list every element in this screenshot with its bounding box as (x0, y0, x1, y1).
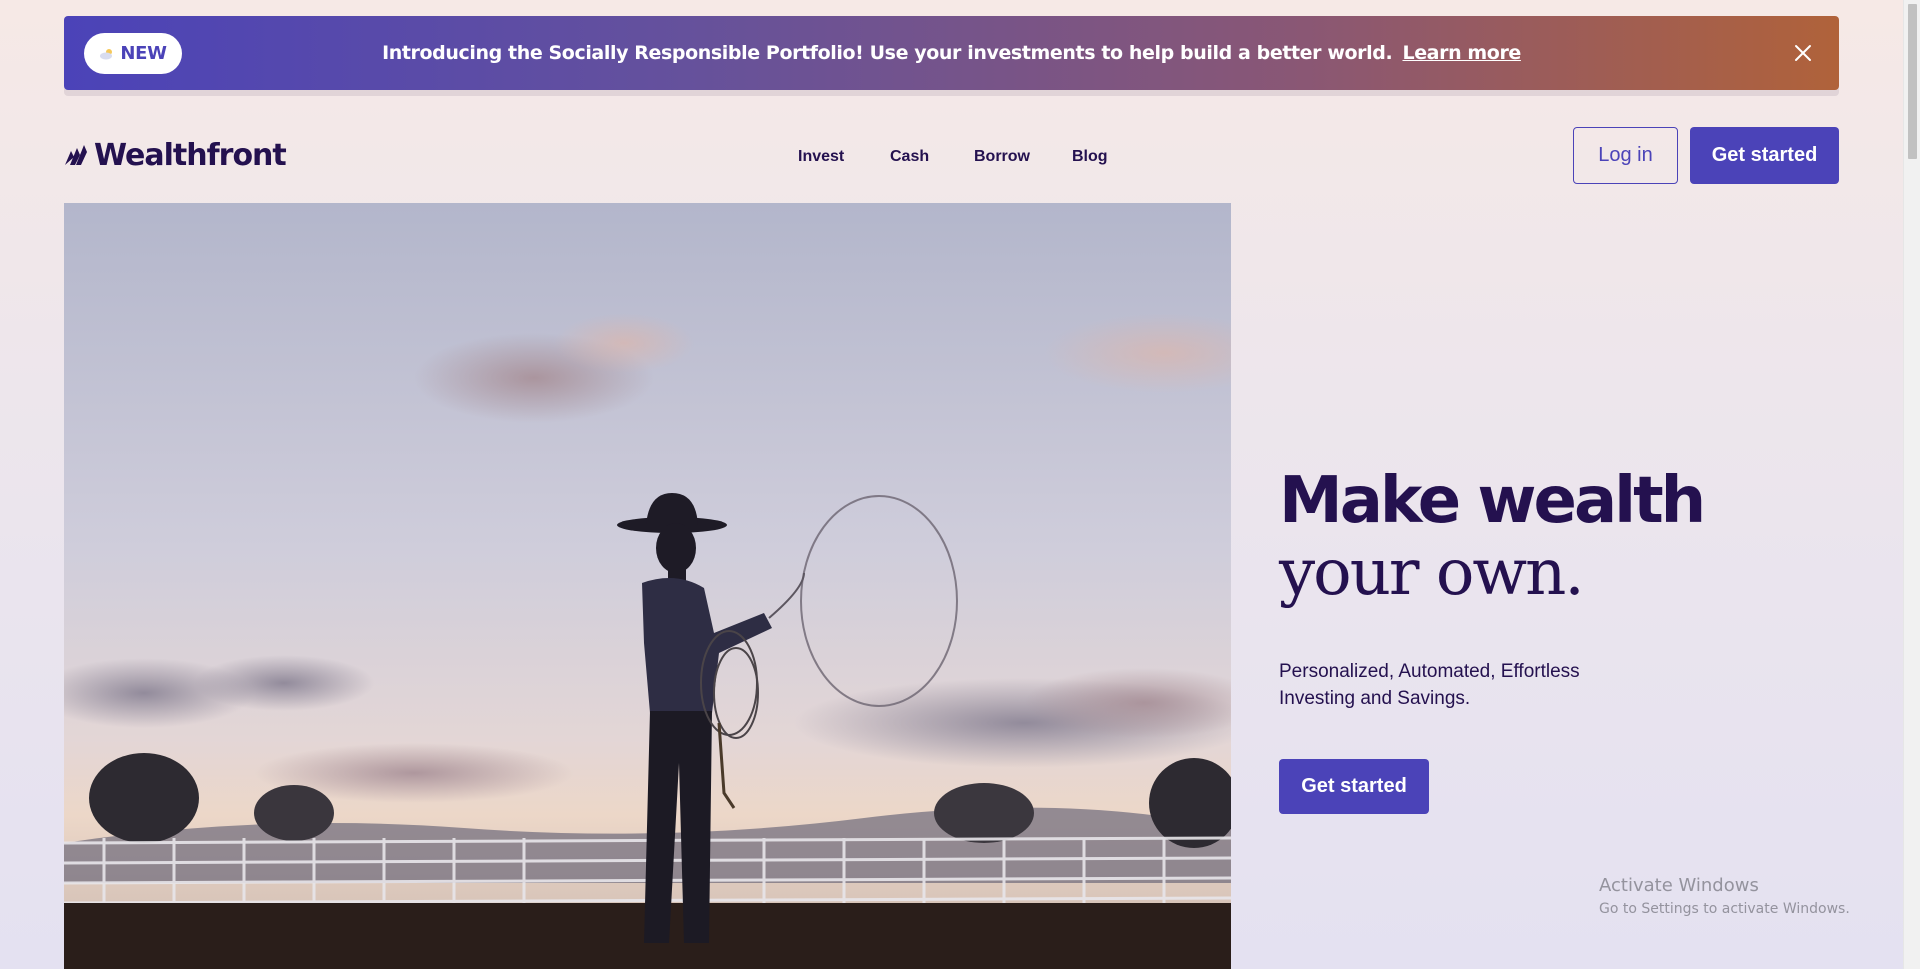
activate-windows-title: Activate Windows (1599, 875, 1759, 896)
nav-invest[interactable]: Invest (798, 148, 844, 166)
header-get-started-button[interactable]: Get started (1690, 127, 1839, 184)
banner-message: Introducing the Socially Responsible Por… (382, 42, 1521, 64)
logo-text: Wealthfront (94, 137, 287, 173)
new-badge-label: NEW (120, 43, 167, 64)
activate-windows-subtitle: Go to Settings to activate Windows. (1599, 901, 1850, 917)
hero-subtitle: Personalized, Automated, Effortless Inve… (1279, 661, 1580, 709)
wealthfront-logo-icon (65, 145, 87, 165)
hero-headline-line1: Make wealth (1279, 464, 1706, 538)
nav-borrow[interactable]: Borrow (974, 148, 1030, 166)
wealthfront-logo[interactable]: Wealthfront (64, 137, 287, 173)
learn-more-link[interactable]: Learn more (1402, 42, 1521, 64)
close-banner-button[interactable] (1791, 41, 1815, 65)
announcement-banner: NEW Introducing the Socially Responsible… (64, 16, 1839, 90)
cloud-sun-icon (100, 48, 113, 59)
close-icon (1795, 45, 1811, 61)
new-badge: NEW (84, 33, 182, 74)
login-button[interactable]: Log in (1573, 127, 1678, 184)
scrollbar-thumb[interactable] (1908, 4, 1917, 159)
vertical-scrollbar[interactable] (1903, 0, 1920, 969)
hero-headline-line2: your own. (1279, 536, 1585, 610)
hero-image (64, 203, 1231, 969)
banner-text: Introducing the Socially Responsible Por… (382, 42, 1393, 64)
nav-cash[interactable]: Cash (890, 148, 929, 166)
hero-get-started-button[interactable]: Get started (1279, 759, 1429, 814)
nav-blog[interactable]: Blog (1072, 148, 1108, 166)
